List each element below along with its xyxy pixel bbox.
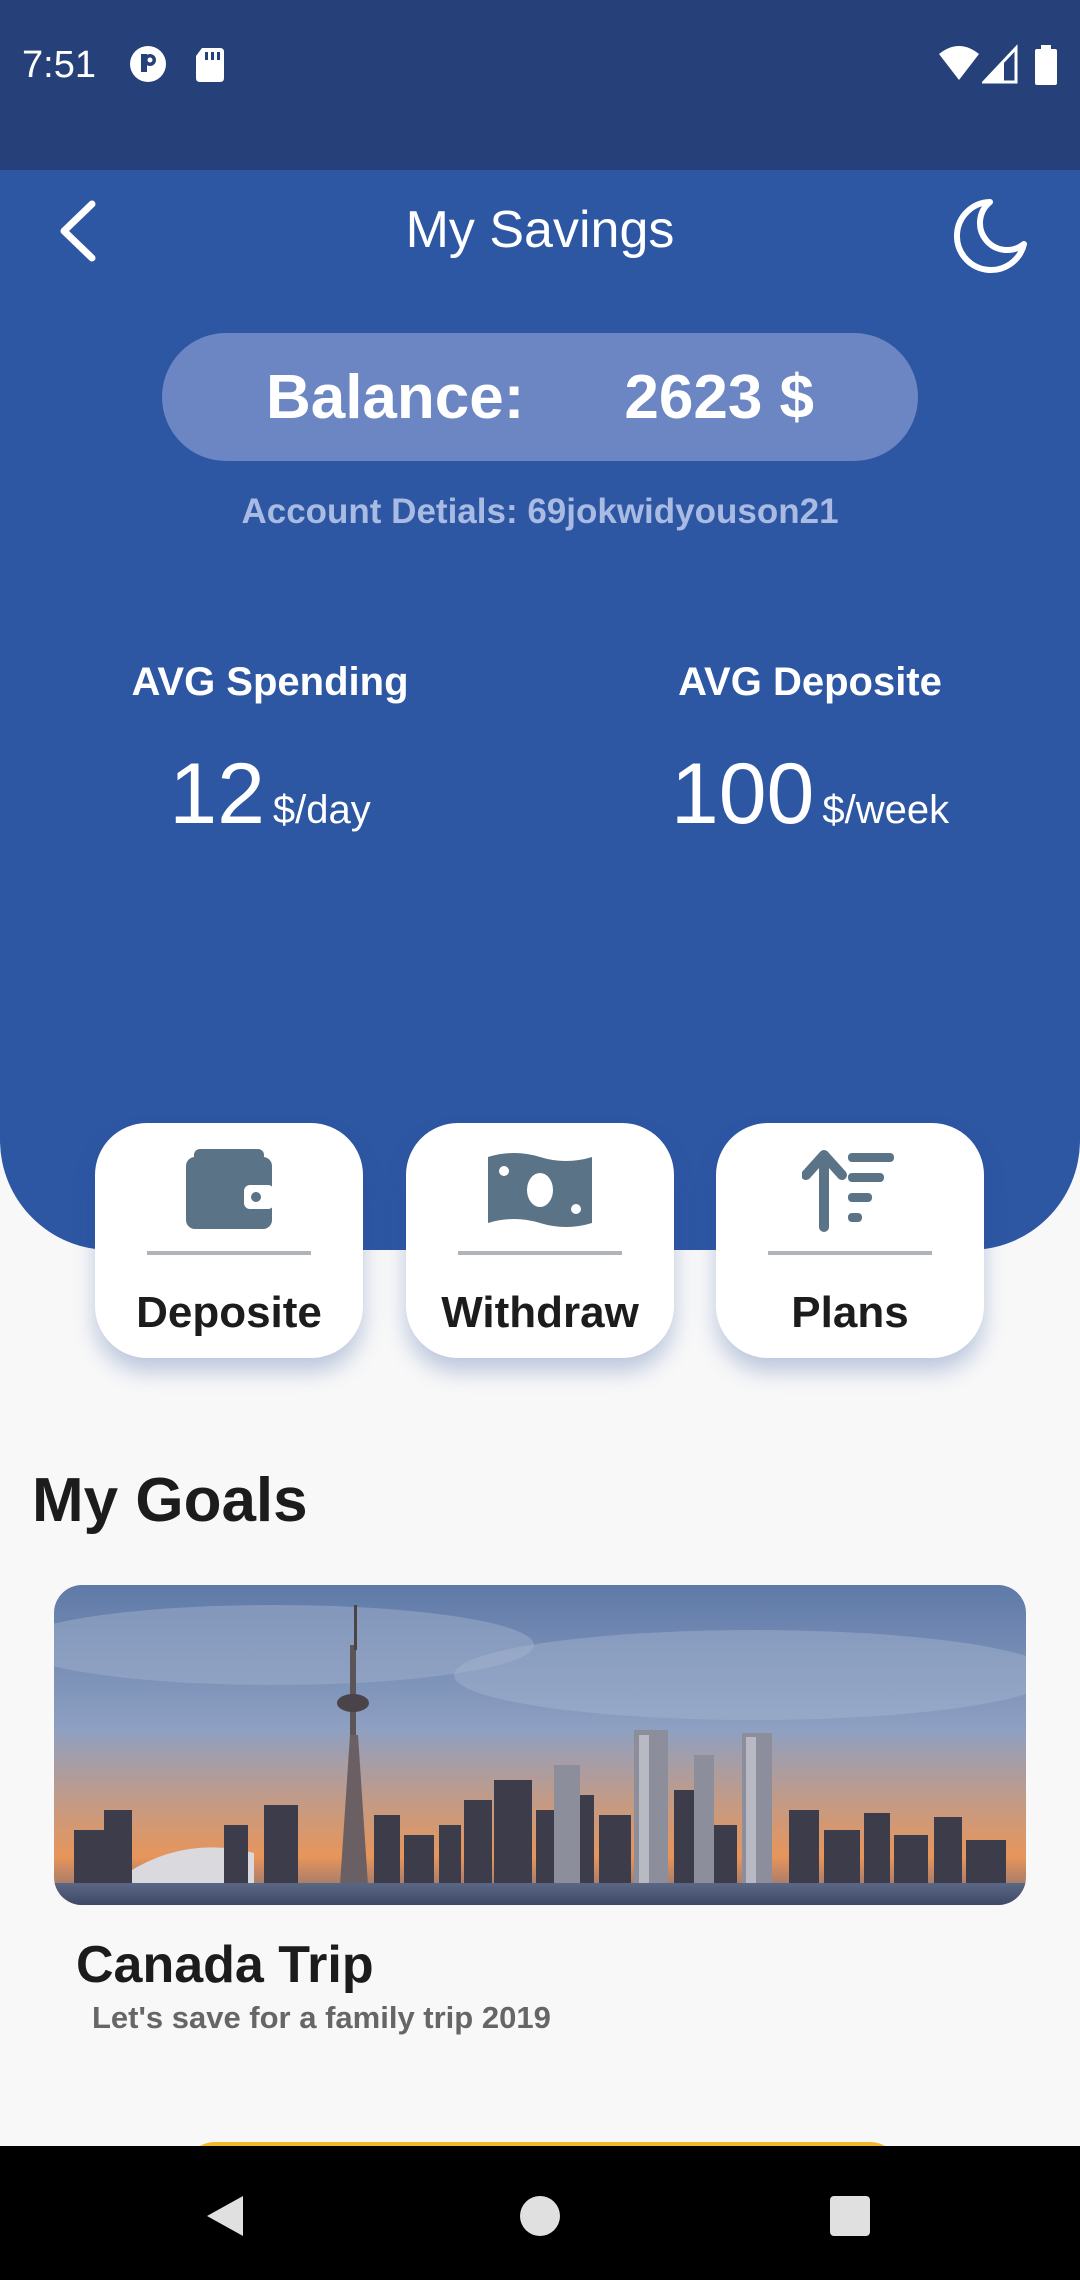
balance-label: Balance: xyxy=(265,362,525,432)
battery-icon xyxy=(1035,45,1057,85)
deposit-label: Deposite xyxy=(136,1288,322,1337)
dark-mode-toggle-icon[interactable] xyxy=(948,196,1028,276)
nav-home-icon[interactable] xyxy=(518,2194,562,2238)
avg-deposit: AVG Deposite 100 $/week xyxy=(540,660,1080,844)
avg-spending-label: AVG Spending xyxy=(131,660,409,704)
wifi-icon xyxy=(939,46,979,80)
wallet-icon xyxy=(186,1149,274,1229)
toronto-skyline-image xyxy=(54,1585,1026,1905)
status-bar: 7:51 xyxy=(0,0,1080,170)
goals-heading: My Goals xyxy=(32,1466,308,1535)
sd-card-icon xyxy=(196,48,224,82)
goal-subtitle: Let's save for a family trip 2019 xyxy=(92,2000,551,2035)
sort-icon xyxy=(802,1150,894,1232)
status-time: 7:51 xyxy=(22,44,96,86)
account-details: Account Detials: 69jokwidyouson21 xyxy=(241,492,839,531)
navigation-bar xyxy=(0,2146,1080,2280)
notification-icon xyxy=(130,46,166,82)
nav-recents-icon[interactable] xyxy=(828,2194,872,2238)
card-divider xyxy=(147,1251,311,1255)
card-divider xyxy=(768,1251,932,1255)
nav-back-icon[interactable] xyxy=(205,2194,245,2238)
signal-icon xyxy=(982,44,1018,84)
page-title: My Savings xyxy=(405,201,675,259)
goal-title: Canada Trip xyxy=(76,1936,374,1994)
balance-value: 2623 $ xyxy=(624,362,815,432)
avg-spending-unit: $/day xyxy=(272,788,371,832)
withdraw-button[interactable]: Withdraw xyxy=(406,1123,674,1358)
avg-deposit-value: 100 xyxy=(670,746,815,842)
money-icon xyxy=(488,1153,592,1227)
card-divider xyxy=(458,1251,622,1255)
plans-label: Plans xyxy=(791,1288,909,1337)
avg-spending: AVG Spending 12 $/day xyxy=(0,660,540,844)
goal-card-image[interactable] xyxy=(54,1585,1026,1905)
avg-deposit-label: AVG Deposite xyxy=(678,660,942,704)
withdraw-label: Withdraw xyxy=(441,1288,639,1337)
deposit-button[interactable]: Deposite xyxy=(95,1123,363,1358)
avg-spending-value: 12 xyxy=(169,746,265,842)
avg-deposit-unit: $/week xyxy=(822,788,950,832)
plans-button[interactable]: Plans xyxy=(716,1123,984,1358)
balance-pill: Balance: 2623 $ xyxy=(162,333,918,461)
